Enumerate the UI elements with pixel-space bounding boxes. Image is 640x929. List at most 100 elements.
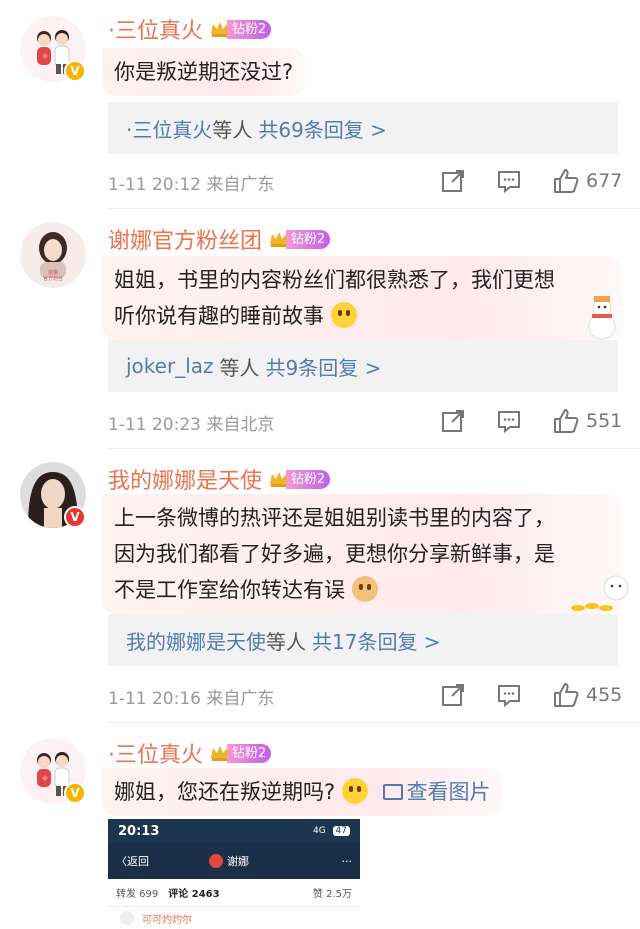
thumb-first-comment: 可可灼灼尔 [108, 907, 360, 929]
divider [108, 722, 640, 723]
reply-author: ·三位真火 [126, 117, 213, 142]
thumb-title: 谢娜 [227, 855, 249, 868]
comment-meta: 1-11 20:12 来自广东 [108, 170, 274, 195]
verified-badge-icon: V [64, 506, 86, 528]
fan-level-text: 钻粉2 [227, 19, 272, 39]
name-row: ·三位真火 钻粉2 [108, 737, 272, 769]
location: 来自广东 [206, 175, 275, 195]
divider [108, 448, 640, 449]
comment-meta: 1-11 20:23 来自北京 [108, 410, 274, 435]
thumb-avatar [120, 911, 134, 925]
reply-summary[interactable]: ·三位真火 等人 共69条回复 > [108, 102, 618, 154]
timestamp: 1-11 20:12 [108, 175, 201, 195]
like-count: 551 [586, 410, 623, 432]
username[interactable]: 我的娜娜是天使 [108, 463, 262, 495]
comment-text: 姐姐，书里的内容粉丝们都很熟悉了，我们更想 听你说有趣的睡前故事 [102, 256, 622, 340]
location: 来自广东 [206, 689, 275, 709]
timestamp: 1-11 20:16 [108, 689, 201, 709]
thumb-tabs: 转发 699 评论 2463 赞 2.5万 [108, 879, 360, 907]
username[interactable]: ·三位真火 [108, 13, 203, 45]
snowman-decoration-icon [588, 296, 616, 340]
thumb-signal-text: 4G [312, 826, 326, 836]
thumb-title-wrap: 谢娜 [209, 853, 249, 869]
verified-badge-icon: V [64, 60, 86, 82]
comment-text-line-2: 听你说有趣的睡前故事 [114, 304, 324, 328]
view-image-link[interactable]: 查看图片 [382, 780, 491, 804]
thumb-first-user: 可可灼灼尔 [142, 914, 192, 926]
comment-text-line: 姐姐，书里的内容粉丝们都很熟悉了，我们更想 [114, 268, 555, 292]
fan-level-badge: 钻粉2 [268, 468, 331, 490]
divider [108, 208, 640, 209]
comment-text-line-3: 不是工作室给你转达有误 [114, 578, 345, 602]
thumb-signal: 4G 47 [313, 826, 350, 836]
like-count: 455 [586, 684, 623, 706]
fan-level-badge: 钻粉2 [268, 228, 331, 250]
reply-summary[interactable]: joker_laz 等人 共9条回复 > [108, 340, 618, 392]
fan-level-text: 钻粉2 [227, 743, 272, 763]
thumbs-up-icon [554, 169, 579, 193]
comment-icon[interactable] [496, 408, 522, 434]
comment-text-line: 不是工作室给你转达有误 [114, 572, 610, 608]
comment-text-line: 你是叛逆期还没过? [114, 60, 294, 84]
username[interactable]: ·三位真火 [108, 737, 203, 769]
share-icon[interactable] [440, 168, 466, 194]
thumb-avatar-icon [209, 854, 223, 868]
share-icon[interactable] [440, 682, 466, 708]
timestamp: 1-11 20:23 [108, 415, 201, 435]
thumb-reposts: 转发 699 [116, 889, 159, 900]
like-button[interactable]: 551 [552, 407, 622, 435]
thumb-back: 〈返回 [116, 855, 149, 868]
comment-text-line: 听你说有趣的睡前故事 [114, 298, 610, 334]
comment-text-line: 因为我们都看了好多遍，更想你分享新鲜事，是 [114, 542, 555, 566]
comment-actions: 455 [440, 680, 630, 710]
like-button[interactable]: 677 [552, 167, 622, 195]
reply-author: 我的娜娜是天使 [126, 629, 266, 654]
comment-text: 上一条微博的热评还是姐姐别读书里的内容了， 因为我们都看了好多遍，更想你分享新鲜… [102, 494, 622, 614]
dog-emoji-icon [351, 576, 378, 602]
reply-author: joker_laz [126, 354, 214, 378]
location: 来自北京 [206, 415, 275, 435]
view-image-label: 查看图片 [406, 780, 491, 804]
fan-level-text: 钻粉2 [286, 229, 331, 249]
reply-count: 共17条回复 > [312, 629, 441, 654]
fan-level-badge: 钻粉2 [209, 742, 272, 764]
thumb-comments: 评论 2463 [168, 889, 220, 900]
username[interactable]: 谢娜官方粉丝团 [108, 223, 262, 255]
picture-icon [382, 784, 403, 800]
svg-text:谢娜: 谢娜 [48, 269, 58, 276]
comment-text-line: 娜姐，您还在叛逆期吗? [114, 780, 336, 804]
thumb-battery: 47 [332, 826, 350, 836]
fan-level-badge: 钻粉2 [209, 18, 272, 40]
attached-image-thumbnail[interactable]: 20:13 4G 47 〈返回 谢娜 ··· 转发 699 评论 2463 赞 … [108, 819, 360, 929]
avatar[interactable]: 谢娜 官方粉丝 [20, 222, 86, 288]
verified-badge-icon: V [64, 782, 86, 804]
thumb-more-icon: ··· [341, 854, 353, 868]
thumbs-up-icon [554, 683, 579, 707]
name-row: 我的娜娜是天使 钻粉2 [108, 463, 331, 495]
reply-etc: 等人 [212, 117, 253, 142]
like-button[interactable]: 455 [552, 681, 622, 709]
comment-actions: 551 [440, 406, 630, 436]
share-icon[interactable] [440, 408, 466, 434]
thumbs-up-icon [554, 409, 579, 433]
comment-text: 你是叛逆期还没过? [102, 48, 306, 96]
comment-icon[interactable] [496, 682, 522, 708]
comment-text: 娜姐，您还在叛逆期吗? 查看图片 [102, 768, 503, 816]
reply-summary[interactable]: 我的娜娜是天使 等人 共17条回复 > [108, 614, 618, 666]
reply-count: 共9条回复 > [265, 355, 382, 380]
thumb-nav-bar: 〈返回 谢娜 ··· [108, 843, 360, 879]
svg-text:官方粉丝: 官方粉丝 [43, 275, 63, 282]
comment-meta: 1-11 20:16 来自广东 [108, 684, 274, 709]
name-row: ·三位真火 钻粉2 [108, 13, 272, 45]
sweat-emoji-icon [341, 778, 368, 804]
thumb-likes: 赞 2.5万 [312, 889, 352, 900]
reply-count: 共69条回复 > [258, 117, 387, 142]
reply-etc: 等人 [219, 355, 260, 380]
like-count: 677 [586, 170, 623, 192]
name-row: 谢娜官方粉丝团 钻粉2 [108, 223, 331, 255]
coins-decoration-icon [571, 575, 629, 611]
thumb-status-bar: 20:13 4G 47 [108, 819, 360, 843]
comment-actions: 677 [440, 166, 630, 196]
comment-icon[interactable] [496, 168, 522, 194]
emoji-icon [330, 302, 357, 328]
